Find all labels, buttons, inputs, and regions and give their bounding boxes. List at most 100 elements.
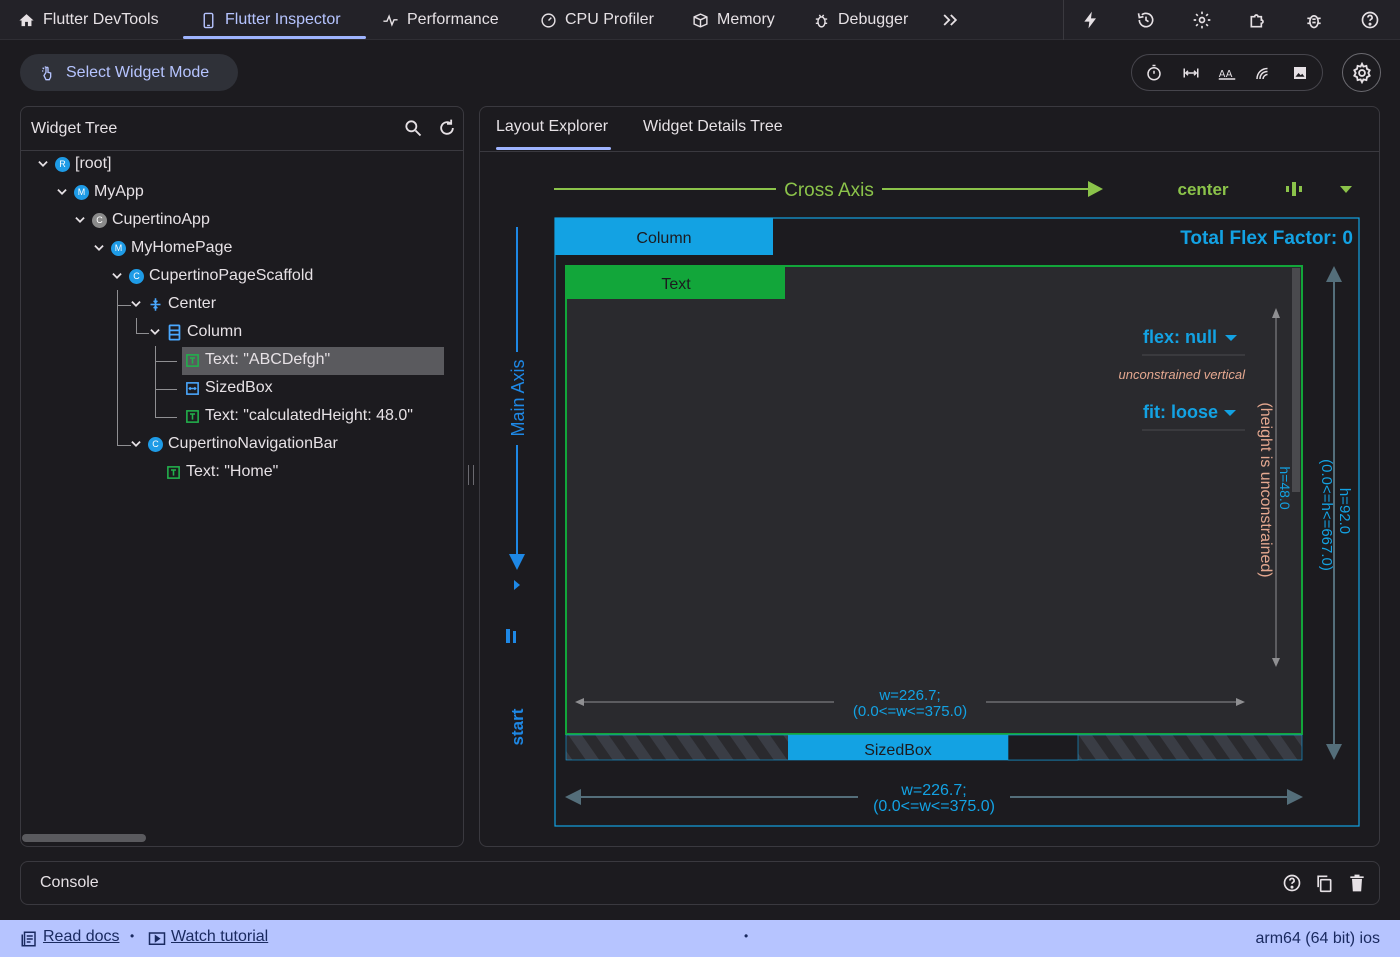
tab-performance[interactable]: Performance: [382, 0, 499, 40]
status-footer: Read docs • Watch tutorial • arm64 (64 b…: [0, 920, 1400, 957]
tree-node-myapp[interactable]: M MyApp: [55, 180, 144, 204]
hot-reload-icon[interactable]: [1080, 9, 1102, 31]
tree-guide-line: [155, 361, 177, 362]
fit-dropdown[interactable]: fit: loose: [1143, 402, 1218, 422]
select-widget-mode-button[interactable]: Select Widget Mode: [20, 54, 238, 91]
help-icon[interactable]: [1359, 9, 1381, 31]
guidelines-icon[interactable]: [1179, 61, 1203, 85]
outer-width-arrowhead-left: [565, 789, 581, 805]
tree-guide-line: [155, 417, 177, 418]
split-pane-handle[interactable]: [468, 465, 474, 485]
more-tabs-icon[interactable]: [939, 9, 961, 31]
chevron-down-icon: [75, 217, 85, 223]
chevron-down-icon: [131, 301, 141, 307]
phone-icon: [203, 12, 214, 28]
outer-height-label: h=92.0: [1336, 488, 1353, 534]
inner-width-range: (0.0<=w<=375.0): [853, 703, 967, 720]
chevron-down-icon: [38, 161, 48, 167]
touch-select-icon: [42, 65, 52, 80]
inspector-overlay-toolbar: AA: [1131, 54, 1323, 91]
tab-flutter-inspector[interactable]: Flutter Inspector: [200, 0, 341, 40]
text-box-scrollbar[interactable]: [1292, 268, 1300, 492]
sizedbox-icon: [186, 381, 199, 395]
widget-badge-icon: C: [148, 436, 163, 452]
details-active-tab-indicator: [496, 147, 611, 150]
video-icon: [148, 932, 166, 945]
tree-node-cupertinopagescaffold[interactable]: C CupertinoPageScaffold: [110, 264, 313, 288]
sizedbox-label: SizedBox: [864, 742, 932, 759]
chevron-down-icon: [94, 245, 104, 251]
flex-dropdown[interactable]: flex: null: [1143, 327, 1217, 347]
tree-node-text-abcdefgh[interactable]: Text: "ABCDefgh": [185, 348, 330, 372]
chevron-down-icon: [150, 329, 160, 335]
cross-axis-dropdown-icon[interactable]: [1340, 186, 1352, 193]
repaint-rainbow-icon[interactable]: [1251, 61, 1275, 85]
refresh-icon[interactable]: [436, 117, 458, 139]
console-panel: Console: [20, 861, 1380, 905]
tree-node-sizedbox[interactable]: SizedBox: [185, 376, 273, 400]
text-label: Text: [661, 276, 691, 293]
tab-widget-details-tree[interactable]: Widget Details Tree: [643, 118, 783, 136]
search-icon[interactable]: [402, 117, 424, 139]
tab-flutter-devtools[interactable]: Flutter DevTools: [18, 0, 159, 40]
chevron-down-icon: [57, 189, 67, 195]
toolbar-divider: [1063, 0, 1064, 40]
watch-tutorial-link[interactable]: Watch tutorial: [171, 928, 268, 946]
widget-badge-icon: M: [111, 240, 126, 256]
tree-node-root[interactable]: R [root]: [36, 152, 111, 176]
cross-axis-label: Cross Axis: [784, 180, 874, 201]
bug-icon: [815, 13, 828, 28]
tree-node-column[interactable]: Column: [148, 320, 242, 344]
column-icon: [168, 324, 181, 340]
cross-axis-center-icon: [1286, 182, 1302, 196]
height-unconstrained-label: (height is unconstrained): [1257, 402, 1274, 577]
tab-debugger[interactable]: Debugger: [813, 0, 908, 40]
hot-restart-icon[interactable]: [1135, 9, 1157, 31]
baselines-icon[interactable]: AA: [1215, 61, 1239, 85]
tree-node-cupertinonavigationbar[interactable]: C CupertinoNavigationBar: [129, 432, 338, 456]
slow-animations-icon[interactable]: [1142, 61, 1166, 85]
platform-label: arm64 (64 bit) ios: [1255, 930, 1381, 947]
tree-node-cupertinoapp[interactable]: C CupertinoApp: [73, 208, 210, 232]
outer-width-range: (0.0<=w<=375.0): [873, 798, 995, 815]
column-label: Column: [636, 230, 691, 247]
copy-icon[interactable]: [1313, 872, 1335, 894]
text-widget-icon: [186, 409, 199, 423]
outer-width-label: w=226.7;: [900, 782, 966, 799]
cross-axis-value[interactable]: center: [1177, 180, 1228, 199]
main-axis-value[interactable]: start: [508, 708, 527, 745]
inspector-settings-button[interactable]: [1342, 53, 1381, 92]
inner-height-label: h=48.0: [1277, 466, 1293, 509]
sizedbox-spacer: [1007, 734, 1079, 761]
widget-badge-icon: M: [74, 184, 89, 200]
main-axis-label: Main Axis: [508, 359, 528, 436]
outer-height-arrowhead-down: [1326, 744, 1342, 760]
bug-report-icon[interactable]: [1303, 9, 1325, 31]
delete-icon[interactable]: [1346, 872, 1368, 894]
tab-layout-explorer[interactable]: Layout Explorer: [496, 118, 608, 136]
tree-guide-line: [155, 346, 156, 418]
tab-memory[interactable]: Memory: [692, 0, 775, 40]
extensions-puzzle-icon[interactable]: [1247, 9, 1269, 31]
docs-icon: [21, 931, 36, 947]
tree-horizontal-scrollbar[interactable]: [22, 834, 146, 842]
tree-guide-line: [117, 290, 118, 446]
outer-height-range: (0.0<=h<=667.0): [1318, 459, 1335, 571]
tree-node-myhomepage[interactable]: M MyHomePage: [92, 236, 232, 260]
settings-gear-icon[interactable]: [1191, 9, 1213, 31]
layout-explorer-canvas: Cross Axis center Main Axis start Column…: [506, 180, 1360, 827]
widget-badge-icon: C: [92, 212, 107, 228]
tree-node-text-home[interactable]: Text: "Home": [166, 460, 278, 484]
read-docs-link[interactable]: Read docs: [43, 928, 120, 946]
tab-cpu-profiler[interactable]: CPU Profiler: [540, 0, 654, 40]
tree-node-text-calculatedheight[interactable]: Text: "calculatedHeight: 48.0": [185, 404, 413, 428]
invert-images-icon[interactable]: [1288, 61, 1312, 85]
text-widget-icon: [186, 353, 199, 367]
tree-node-center[interactable]: Center: [129, 292, 216, 316]
console-help-icon[interactable]: [1281, 872, 1303, 894]
box-icon: [693, 12, 708, 28]
gear-icon: [1352, 61, 1371, 84]
footer-separator: •: [130, 929, 135, 943]
main-axis-start-icon: [506, 629, 516, 643]
main-axis-dropdown-icon[interactable]: [514, 580, 520, 590]
